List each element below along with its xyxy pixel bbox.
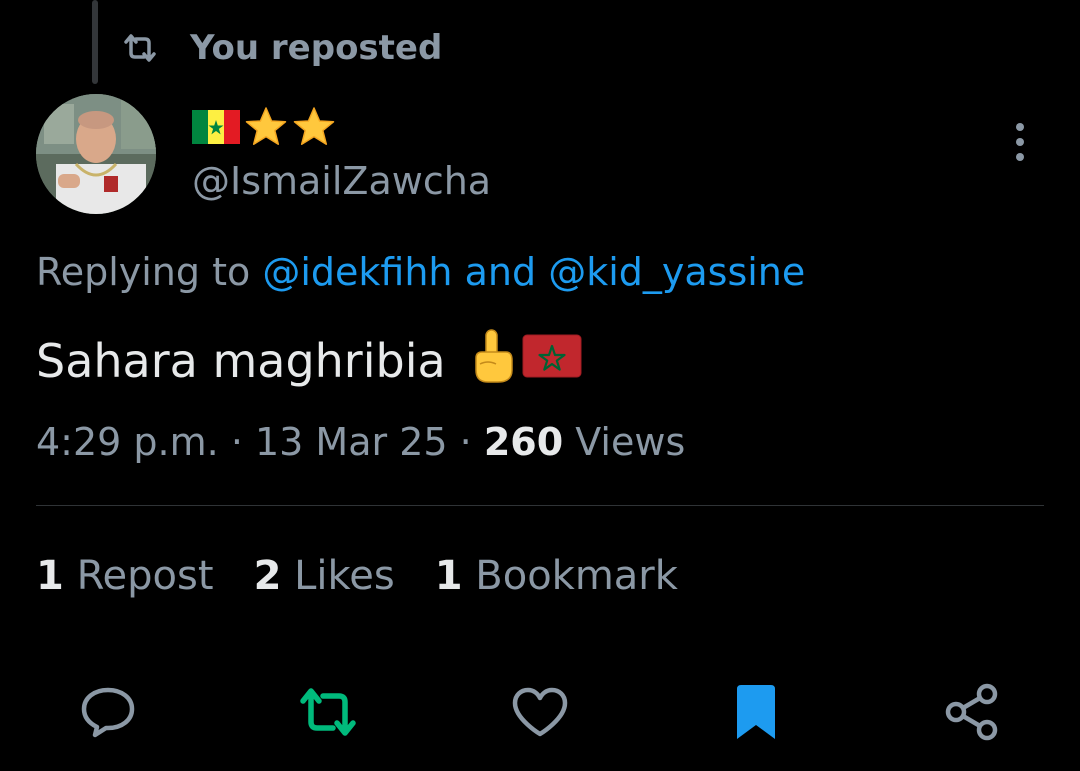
tweet-text-body: Sahara maghribia — [36, 334, 446, 388]
morocco-flag-icon — [522, 334, 582, 389]
share-button[interactable] — [940, 680, 1004, 744]
repost-icon — [300, 688, 356, 736]
reposts-label: Repost — [76, 553, 214, 599]
bookmark-button[interactable] — [724, 680, 788, 744]
tweet-time[interactable]: 4:29 p.m. — [36, 420, 219, 464]
tweet-date[interactable]: 13 Mar 25 — [255, 420, 448, 464]
reposts-stat[interactable]: 1 Repost — [36, 548, 214, 604]
display-name[interactable] — [192, 104, 336, 154]
likes-stat[interactable]: 2 Likes — [254, 548, 395, 604]
repost-icon — [120, 28, 160, 68]
views-label: Views — [575, 420, 686, 464]
like-button[interactable] — [508, 680, 572, 744]
bookmarks-label: Bookmark — [475, 553, 678, 599]
reply-context: Replying to @idekfihh and @kid_yassine — [36, 246, 805, 298]
reply-button[interactable] — [76, 680, 140, 744]
reply-context-prefix: Replying to — [36, 250, 251, 294]
action-bar — [0, 680, 1080, 744]
tweet-meta: 4:29 p.m. · 13 Mar 25 · 260 Views — [36, 414, 685, 470]
repost-banner[interactable]: You reposted — [120, 26, 442, 70]
reply-context-conjunction: and — [464, 250, 537, 294]
reposts-count: 1 — [36, 553, 64, 599]
senegal-flag-icon — [192, 108, 240, 150]
bookmark-icon — [737, 685, 775, 739]
thread-connector-line — [92, 0, 98, 84]
bookmarks-count: 1 — [434, 553, 463, 599]
index-pointing-up-icon — [468, 328, 518, 395]
meta-separator: · — [459, 420, 472, 464]
star-icon — [244, 105, 288, 153]
views-count: 260 — [483, 420, 564, 464]
likes-label: Likes — [294, 553, 395, 599]
mention-link-kid-yassine[interactable]: @kid_yassine — [548, 250, 805, 294]
repost-button[interactable] — [296, 680, 360, 744]
star-icon — [292, 105, 336, 153]
more-options-button[interactable] — [1000, 118, 1040, 166]
mention-link-idekfihh[interactable]: @idekfihh — [262, 250, 452, 294]
tweet-text: Sahara maghribia — [36, 326, 582, 396]
meta-separator: · — [230, 420, 243, 464]
engagement-stats: 1 Repost 2 Likes 1 Bookmark — [36, 548, 718, 604]
divider — [36, 505, 1044, 506]
heart-icon — [512, 687, 568, 737]
bookmarks-stat[interactable]: 1 Bookmark — [435, 548, 678, 604]
share-icon — [945, 683, 998, 741]
reply-icon — [81, 687, 135, 738]
user-handle[interactable]: @IsmailZawcha — [192, 156, 491, 206]
more-vertical-icon — [1016, 123, 1024, 161]
likes-count: 2 — [253, 553, 282, 599]
avatar[interactable] — [36, 94, 156, 214]
repost-banner-label: You reposted — [190, 28, 443, 68]
